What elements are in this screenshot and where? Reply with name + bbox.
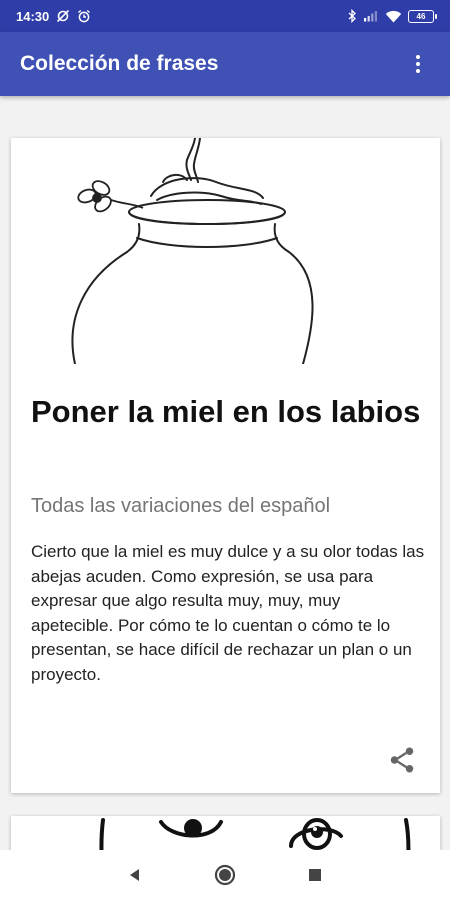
status-left: 14:30 (16, 9, 91, 24)
system-nav-bar (0, 850, 450, 900)
more-vert-icon[interactable] (406, 44, 430, 84)
status-bar: 14:30 46 (0, 0, 450, 32)
app-screen: 14:30 46 Colección de frases Poner la mi… (0, 0, 450, 900)
recents-icon[interactable] (295, 855, 335, 895)
phrase-card[interactable] (11, 816, 440, 850)
card-title: Poner la miel en los labios (31, 394, 421, 429)
back-icon[interactable] (115, 855, 155, 895)
signal-icon (363, 10, 379, 22)
app-title: Colección de frases (20, 52, 219, 75)
phrase-card[interactable]: Poner la miel en los labios Todas las va… (11, 138, 440, 793)
status-time: 14:30 (16, 8, 50, 24)
battery-level: 46 (416, 11, 426, 21)
eyes-illustration (11, 816, 440, 850)
home-icon[interactable] (205, 855, 245, 895)
sync-off-icon (56, 9, 70, 23)
bluetooth-icon (347, 9, 357, 23)
app-bar: Colección de frases (0, 32, 450, 96)
share-icon[interactable] (384, 742, 420, 778)
battery-icon: 46 (408, 9, 437, 23)
card-description: Cierto que la miel es muy dulce y a su o… (31, 542, 425, 684)
alarm-icon (77, 9, 91, 23)
card-subtitle: Todas las variaciones del español (31, 495, 331, 517)
honey-pot-illustration (11, 138, 440, 364)
status-right: 46 (347, 9, 437, 23)
phrase-list[interactable]: Poner la miel en los labios Todas las va… (0, 96, 450, 850)
wifi-icon (385, 10, 402, 23)
